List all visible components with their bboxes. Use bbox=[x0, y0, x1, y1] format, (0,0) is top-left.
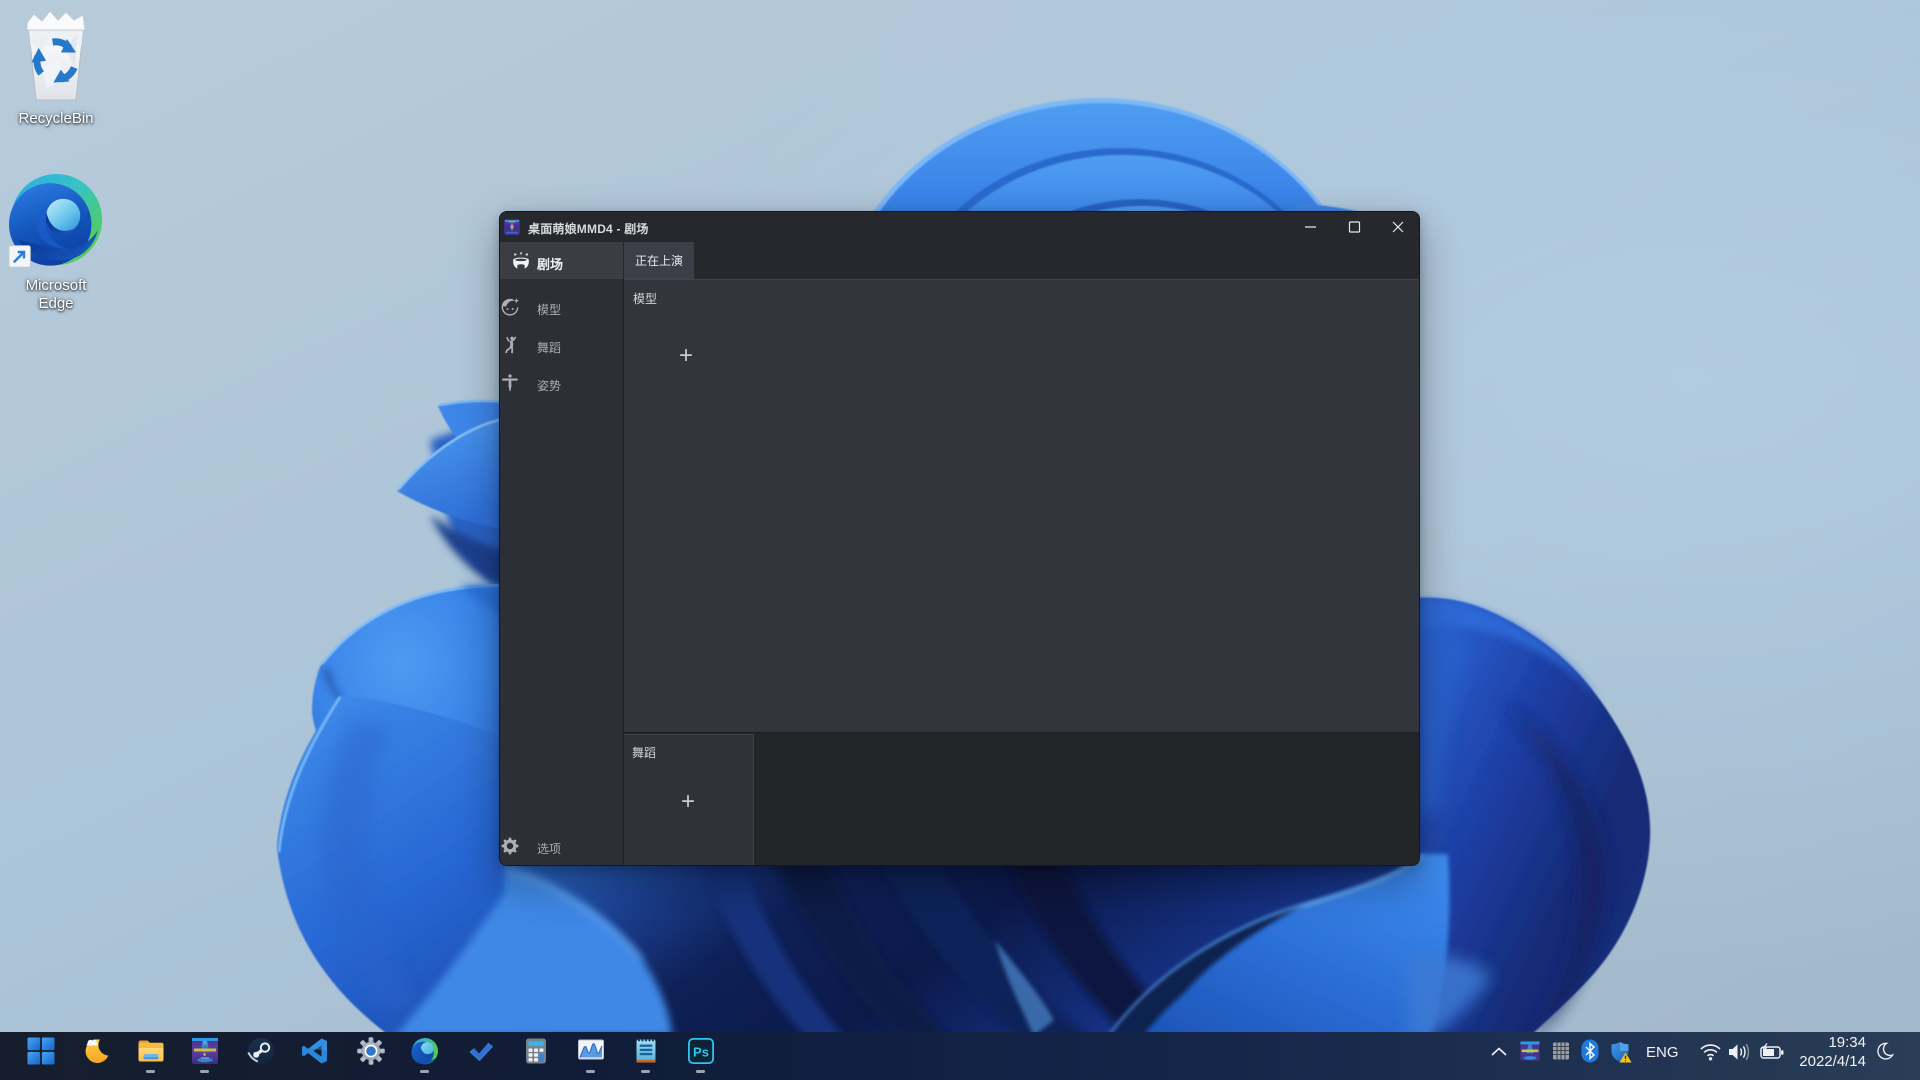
svg-text:Ps: Ps bbox=[693, 1045, 709, 1060]
